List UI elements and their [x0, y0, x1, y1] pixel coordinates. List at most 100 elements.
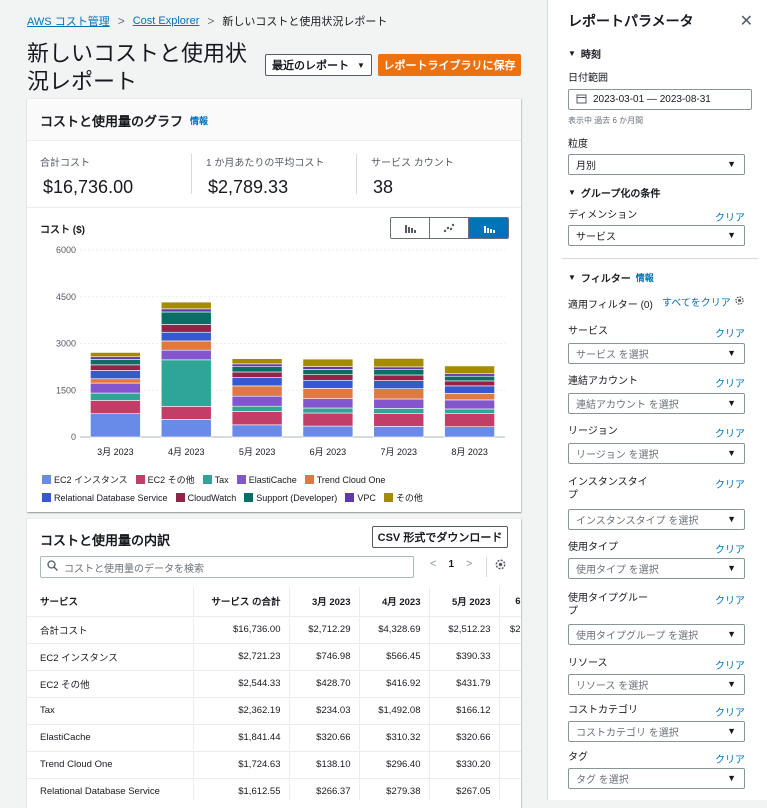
- breadcrumb-cost-explorer[interactable]: Cost Explorer: [133, 15, 200, 27]
- filter-clear-link[interactable]: クリア: [715, 751, 745, 766]
- filter-clear-link[interactable]: クリア: [715, 592, 745, 607]
- settings-gear-icon[interactable]: [734, 295, 745, 309]
- scatter-chart-icon[interactable]: [430, 218, 469, 238]
- bar-segment[interactable]: [160, 419, 212, 438]
- bar-segment[interactable]: [231, 405, 283, 412]
- bar-segment[interactable]: [90, 378, 141, 384]
- bar-segment[interactable]: [373, 374, 425, 381]
- bar-segment[interactable]: [90, 364, 141, 371]
- filter-clear-link[interactable]: クリア: [715, 425, 745, 440]
- legend-item[interactable]: Tax: [202, 473, 229, 486]
- column-header[interactable]: 6: [499, 587, 521, 617]
- graph-info-link[interactable]: 情報: [190, 114, 208, 127]
- bar-segment[interactable]: [231, 385, 283, 397]
- bar-segment[interactable]: [302, 412, 354, 427]
- bar-segment[interactable]: [373, 413, 425, 427]
- filter-info-link[interactable]: 情報: [636, 271, 654, 284]
- legend-item[interactable]: EC2 インスタンス: [42, 473, 128, 486]
- column-header[interactable]: 4月 2023: [359, 587, 430, 617]
- bar-segment[interactable]: [160, 311, 212, 325]
- bar-segment[interactable]: [231, 411, 283, 426]
- bar-segment[interactable]: [90, 413, 141, 438]
- legend-item[interactable]: CloudWatch: [175, 491, 236, 504]
- bar-segment[interactable]: [160, 308, 212, 313]
- bar-segment[interactable]: [160, 340, 212, 351]
- legend-item[interactable]: ElastiCache: [236, 473, 297, 486]
- bar-segment[interactable]: [231, 363, 283, 367]
- bar-segment[interactable]: [302, 398, 354, 409]
- bar-segment[interactable]: [444, 380, 495, 387]
- bar-segment[interactable]: [90, 370, 141, 380]
- column-header[interactable]: サービス の合計: [193, 587, 290, 617]
- filter-clear-link[interactable]: クリア: [715, 325, 745, 340]
- bar-segment[interactable]: [444, 385, 495, 394]
- filter-select[interactable]: リソース を選択 ▼: [568, 674, 745, 695]
- group-by-section-toggle[interactable]: ▼ グループ化の条件: [568, 185, 660, 200]
- column-header[interactable]: 3月 2023: [289, 587, 360, 617]
- filter-select[interactable]: インスタンスタイプ を選択 ▼: [568, 509, 745, 530]
- legend-item[interactable]: VPC: [345, 491, 376, 504]
- bar-segment[interactable]: [160, 349, 212, 361]
- filter-section-toggle[interactable]: ▼ フィルター 情報: [568, 270, 654, 285]
- bar-segment[interactable]: [160, 406, 212, 420]
- breadcrumb-cost-management[interactable]: AWS コスト管理: [27, 13, 110, 29]
- bar-segment[interactable]: [90, 392, 141, 401]
- current-page[interactable]: 1: [448, 559, 454, 570]
- filter-clear-link[interactable]: クリア: [715, 375, 745, 390]
- bar-segment[interactable]: [444, 426, 495, 438]
- bar-segment[interactable]: [302, 388, 354, 399]
- filter-clear-link[interactable]: クリア: [715, 704, 745, 719]
- next-page-icon[interactable]: >: [466, 558, 472, 570]
- save-to-library-button[interactable]: レポートライブラリに保存: [378, 54, 521, 76]
- bar-segment[interactable]: [90, 352, 141, 358]
- bar-chart-icon[interactable]: [391, 218, 430, 238]
- bar-segment[interactable]: [302, 369, 354, 375]
- bar-segment[interactable]: [90, 400, 141, 415]
- bar-segment[interactable]: [373, 426, 425, 438]
- csv-download-button[interactable]: CSV 形式でダウンロード: [372, 526, 508, 548]
- bar-segment[interactable]: [302, 379, 354, 389]
- bar-segment[interactable]: [444, 413, 495, 428]
- filter-clear-link[interactable]: クリア: [715, 657, 745, 672]
- bar-segment[interactable]: [231, 424, 283, 438]
- stacked-bar-chart-icon[interactable]: [469, 218, 508, 238]
- bar-segment[interactable]: [302, 358, 354, 367]
- filter-select[interactable]: サービス を選択 ▼: [568, 343, 745, 364]
- bar-segment[interactable]: [160, 359, 212, 407]
- bar-segment[interactable]: [90, 359, 141, 366]
- date-range-input[interactable]: 2023-03-01 — 2023-08-31: [568, 89, 752, 110]
- legend-item[interactable]: EC2 その他: [135, 473, 195, 486]
- filter-select[interactable]: 連結アカウント を選択 ▼: [568, 393, 745, 414]
- bar-segment[interactable]: [90, 382, 141, 394]
- granularity-select[interactable]: 月別 ▼: [568, 154, 745, 175]
- dimension-select[interactable]: サービス ▼: [568, 225, 745, 246]
- bar-segment[interactable]: [302, 407, 354, 414]
- filter-select[interactable]: 使用タイプグループ を選択 ▼: [568, 624, 745, 645]
- bar-segment[interactable]: [444, 365, 495, 375]
- bar-segment[interactable]: [373, 398, 425, 409]
- time-section-toggle[interactable]: ▼ 時刻: [568, 46, 601, 61]
- bar-segment[interactable]: [160, 331, 212, 342]
- filter-clear-link[interactable]: クリア: [715, 541, 745, 556]
- bar-segment[interactable]: [373, 366, 425, 370]
- bar-segment[interactable]: [373, 388, 425, 400]
- filter-select[interactable]: 使用タイプ を選択 ▼: [568, 558, 745, 579]
- bar-segment[interactable]: [90, 356, 141, 360]
- bar-segment[interactable]: [373, 369, 425, 376]
- legend-item[interactable]: Support (Developer): [244, 491, 337, 504]
- bar-segment[interactable]: [444, 393, 495, 401]
- legend-item[interactable]: Trend Cloud One: [304, 473, 385, 486]
- column-header[interactable]: サービス: [27, 587, 194, 617]
- bar-segment[interactable]: [231, 371, 283, 378]
- column-header[interactable]: 5月 2023: [429, 587, 500, 617]
- bar-segment[interactable]: [160, 301, 212, 310]
- recent-reports-button[interactable]: 最近のレポート ▼: [265, 54, 372, 76]
- bar-segment[interactable]: [302, 374, 354, 381]
- bar-segment[interactable]: [231, 395, 283, 407]
- legend-item[interactable]: その他: [383, 491, 423, 504]
- bar-segment[interactable]: [231, 358, 283, 365]
- bar-segment[interactable]: [160, 324, 212, 333]
- prev-page-icon[interactable]: <: [430, 558, 436, 570]
- settings-gear-icon[interactable]: [494, 558, 507, 576]
- dimension-clear-link[interactable]: クリア: [715, 209, 745, 224]
